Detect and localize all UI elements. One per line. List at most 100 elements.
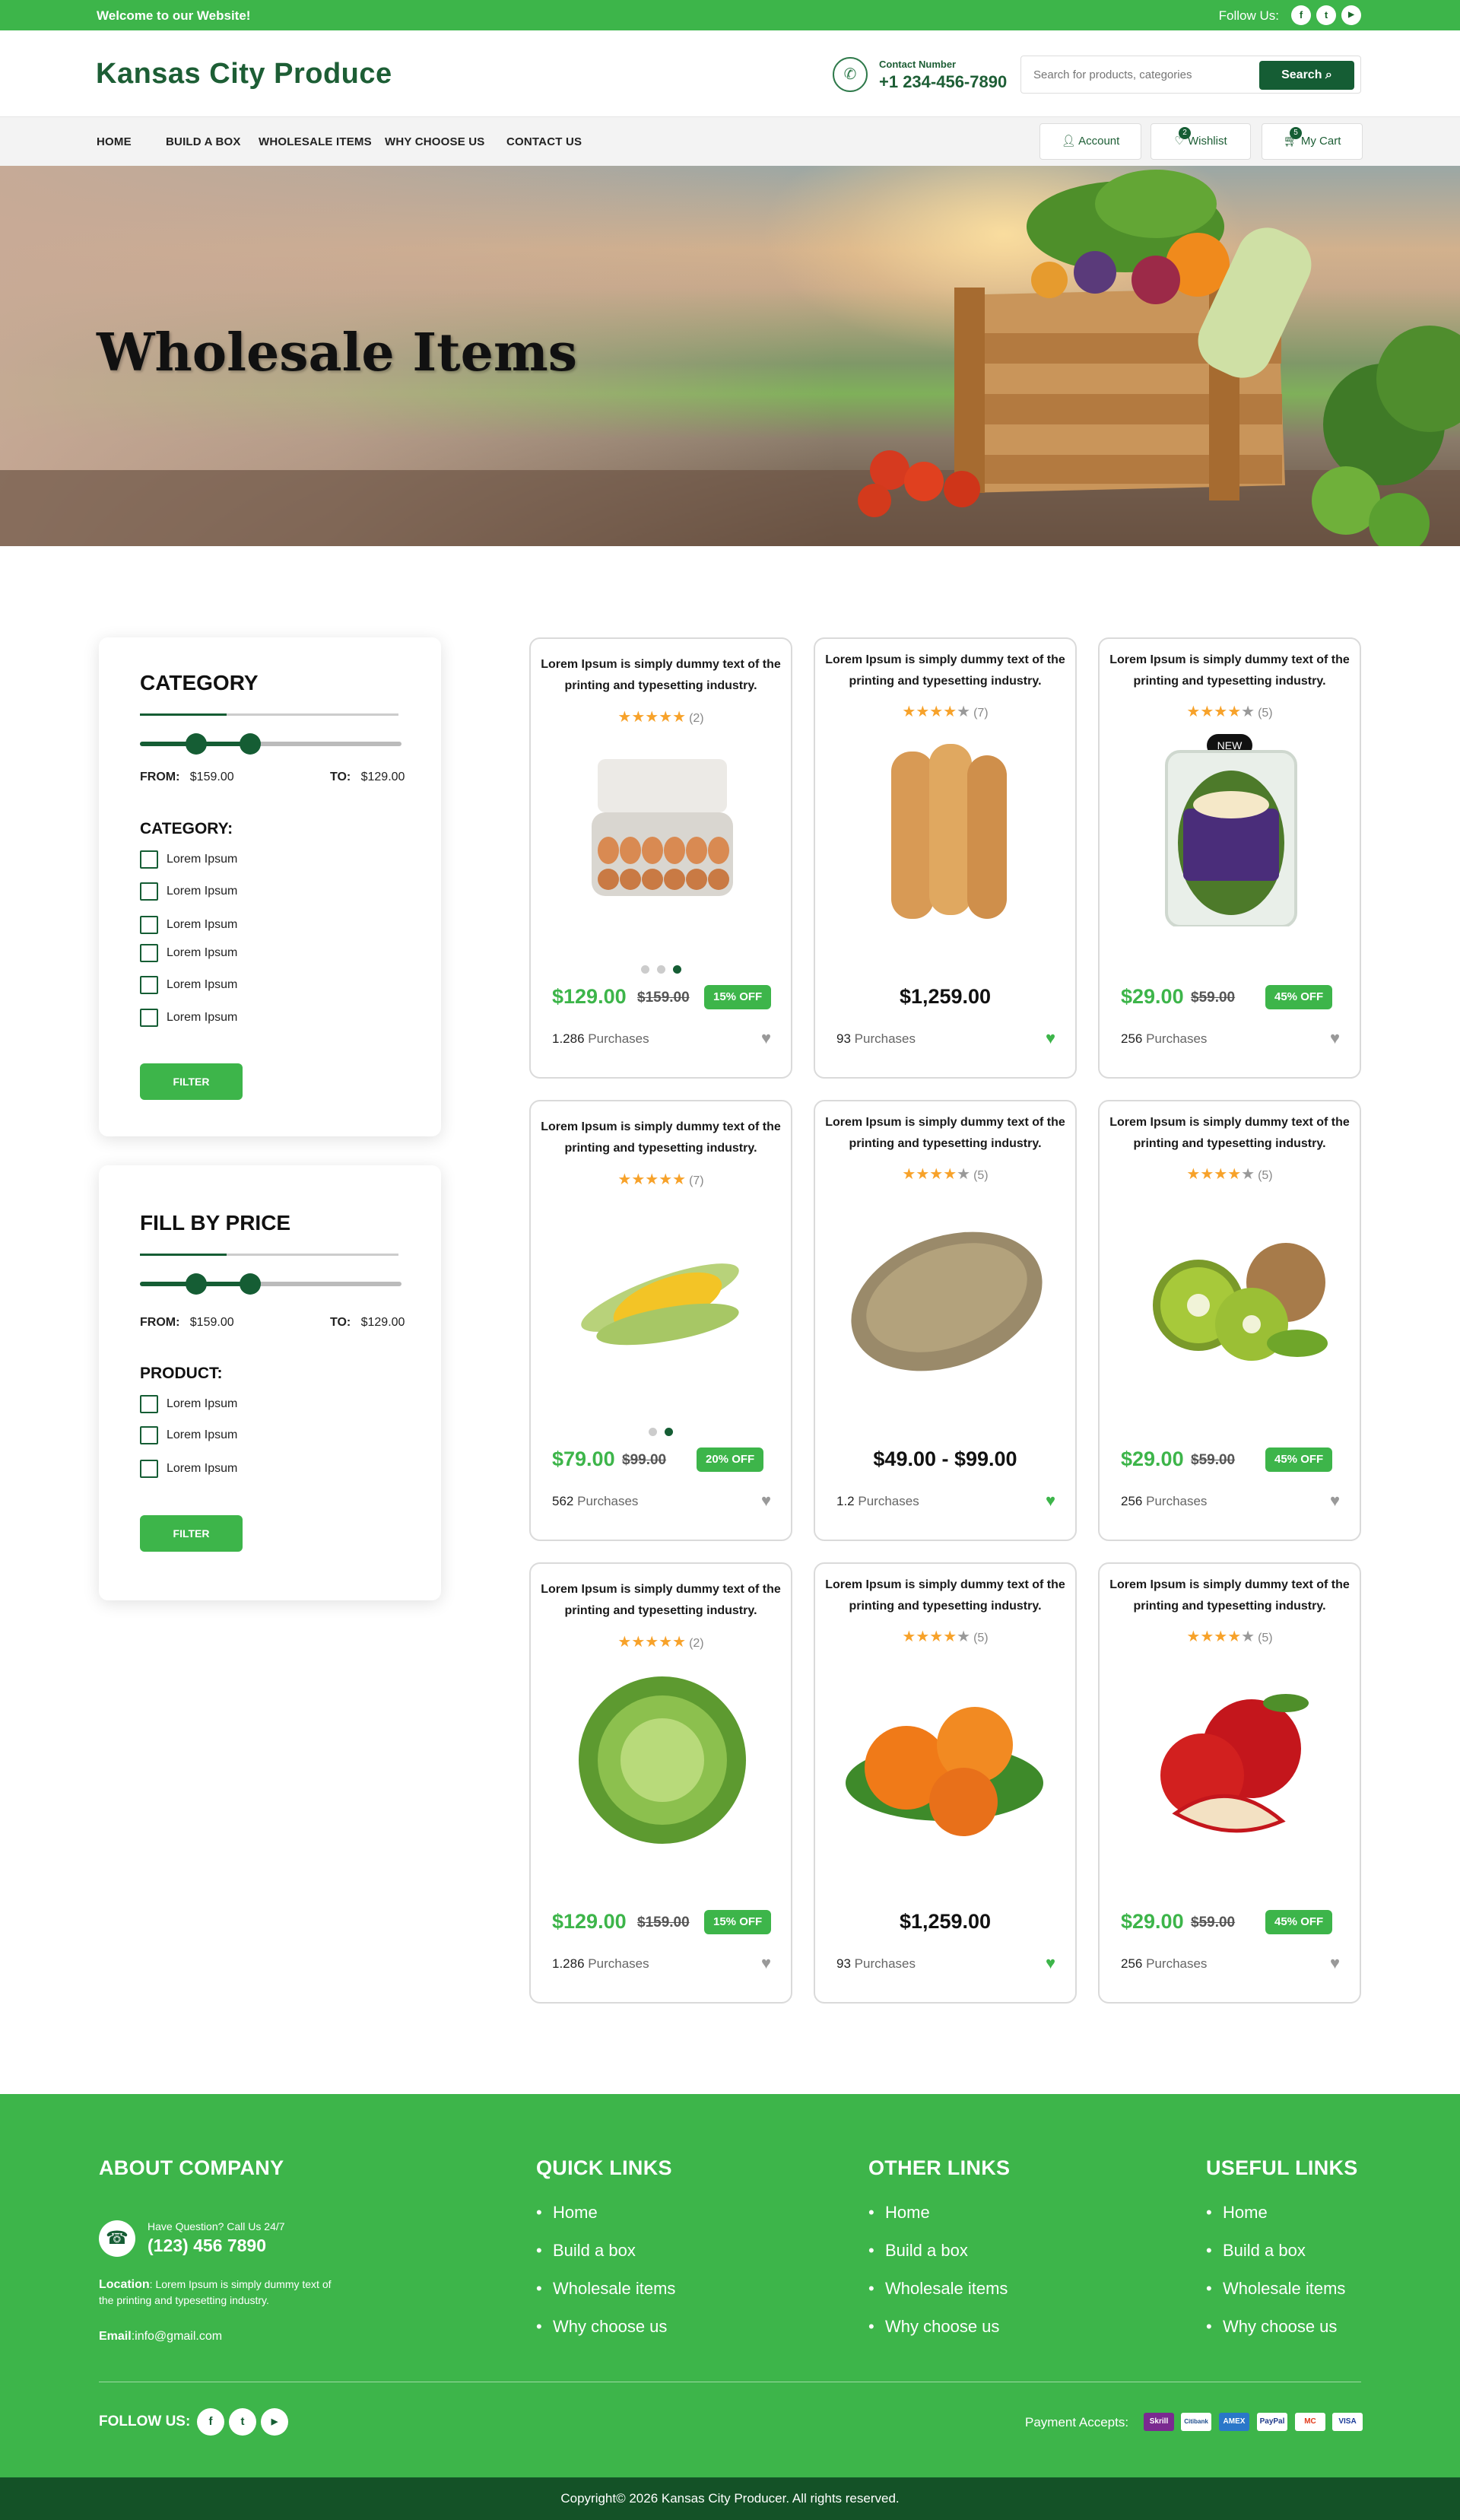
checkbox[interactable] — [140, 850, 158, 869]
youtube-icon[interactable]: ▶ — [261, 2408, 288, 2436]
spring-mix-image[interactable] — [1122, 736, 1340, 926]
checkbox[interactable] — [140, 1009, 158, 1027]
nav-build-a-box[interactable]: BUILD A BOX — [166, 135, 241, 148]
nav-wholesale-items[interactable]: WHOLESALE ITEMS — [259, 135, 372, 148]
category-option[interactable]: Lorem Ipsum — [140, 916, 237, 934]
bread-loaf-image[interactable] — [838, 1199, 1055, 1389]
range-max-handle[interactable] — [240, 1273, 261, 1295]
twitter-icon[interactable]: t — [229, 2408, 256, 2436]
category-option[interactable]: Lorem Ipsum — [140, 1009, 237, 1027]
nav-why-choose-us[interactable]: WHY CHOOSE US — [385, 135, 485, 148]
carousel-dot[interactable] — [640, 965, 649, 974]
cart-button[interactable]: 5 🛒︎ My Cart — [1262, 123, 1363, 160]
heart-icon[interactable]: ♥ — [1046, 1953, 1055, 1973]
product-title[interactable]: Lorem Ipsum is simply dummy text of the … — [824, 1575, 1066, 1617]
checkbox[interactable] — [140, 1395, 158, 1413]
footer-link[interactable]: Home — [1206, 2194, 1345, 2232]
apple-image[interactable] — [1122, 1661, 1340, 1851]
checkbox[interactable] — [140, 916, 158, 934]
account-button[interactable]: 👤︎ Account — [1039, 123, 1141, 160]
product-card[interactable]: Lorem Ipsum is simply dummy text of the … — [529, 1562, 792, 2004]
footer-link[interactable]: Wholesale items — [536, 2270, 675, 2308]
product-option[interactable]: Lorem Ipsum — [140, 1395, 237, 1413]
footer-link[interactable]: Wholesale items — [868, 2270, 1008, 2308]
product-card[interactable]: Lorem Ipsum is simply dummy text of the … — [529, 637, 792, 1079]
product-card[interactable]: Lorem Ipsum is simply dummy text of the … — [1098, 637, 1361, 1079]
product-title[interactable]: Lorem Ipsum is simply dummy text of the … — [1109, 1112, 1350, 1155]
footer-link[interactable]: Home — [536, 2194, 675, 2232]
heart-icon[interactable]: ♥ — [761, 1491, 771, 1511]
range-min-handle[interactable] — [186, 1273, 207, 1295]
carousel-dot[interactable] — [665, 1428, 673, 1436]
heart-icon[interactable]: ♥ — [761, 1953, 771, 1973]
nav-home[interactable]: HOME — [97, 135, 132, 148]
heart-icon[interactable]: ♥ — [1330, 1491, 1340, 1511]
bread-twists-image[interactable] — [838, 736, 1055, 926]
product-title[interactable]: Lorem Ipsum is simply dummy text of the … — [1109, 1575, 1350, 1617]
persimmon-image[interactable] — [838, 1661, 1055, 1851]
carousel-dot[interactable] — [649, 1428, 657, 1436]
range-min-handle[interactable] — [186, 733, 207, 755]
product-card[interactable]: Lorem Ipsum is simply dummy text of the … — [814, 1100, 1077, 1541]
checkbox[interactable] — [140, 944, 158, 962]
category-option[interactable]: Lorem Ipsum — [140, 850, 237, 869]
carousel-dot[interactable] — [672, 965, 681, 974]
footer-link[interactable]: Why choose us — [536, 2308, 675, 2346]
heart-icon[interactable]: ♥ — [761, 1028, 771, 1048]
category-option[interactable]: Lorem Ipsum — [140, 882, 237, 901]
youtube-icon[interactable]: ▶ — [1341, 5, 1361, 25]
price-range-slider[interactable] — [140, 733, 402, 755]
product-card[interactable]: Lorem Ipsum is simply dummy text of the … — [814, 1562, 1077, 2004]
product-option[interactable]: Lorem Ipsum — [140, 1460, 237, 1478]
price-filter-button[interactable]: FILTER — [140, 1515, 243, 1552]
product-title[interactable]: Lorem Ipsum is simply dummy text of the … — [1109, 650, 1350, 692]
category-option[interactable]: Lorem Ipsum — [140, 944, 237, 962]
heart-icon[interactable]: ♥ — [1330, 1028, 1340, 1048]
heart-icon[interactable]: ♥ — [1046, 1028, 1055, 1048]
footer-link[interactable]: Home — [868, 2194, 1008, 2232]
heart-icon[interactable]: ♥ — [1330, 1953, 1340, 1973]
product-card[interactable]: Lorem Ipsum is simply dummy text of the … — [1098, 1562, 1361, 2004]
product-title[interactable]: Lorem Ipsum is simply dummy text of the … — [824, 1112, 1066, 1155]
wishlist-button[interactable]: 2 ♡ Wishlist — [1151, 123, 1251, 160]
product-title[interactable]: Lorem Ipsum is simply dummy text of the … — [540, 1579, 782, 1622]
checkbox[interactable] — [140, 882, 158, 901]
egg-carton-image[interactable] — [554, 736, 771, 926]
corn-image[interactable] — [554, 1199, 771, 1389]
carousel-dot[interactable] — [656, 965, 665, 974]
footer-link[interactable]: Why choose us — [1206, 2308, 1345, 2346]
category-filter-button[interactable]: FILTER — [140, 1063, 243, 1100]
product-title[interactable]: Lorem Ipsum is simply dummy text of the … — [540, 654, 782, 697]
search-button[interactable]: Search ⌕ — [1259, 61, 1354, 90]
kiwi-image[interactable] — [1122, 1199, 1340, 1389]
product-option[interactable]: Lorem Ipsum — [140, 1426, 237, 1444]
product-card[interactable]: Lorem Ipsum is simply dummy text of the … — [814, 637, 1077, 1079]
site-logo[interactable]: Kansas City Produce — [96, 58, 392, 91]
discount-badge: 45% OFF — [1265, 985, 1333, 1009]
checkbox[interactable] — [140, 1460, 158, 1478]
nav-contact-us[interactable]: CONTACT US — [506, 135, 582, 148]
footer-link[interactable]: Why choose us — [868, 2308, 1008, 2346]
product-title[interactable]: Lorem Ipsum is simply dummy text of the … — [540, 1117, 782, 1159]
range-max-handle[interactable] — [240, 733, 261, 755]
footer-link[interactable]: Build a box — [536, 2232, 675, 2270]
search-input[interactable] — [1021, 56, 1265, 93]
facebook-icon[interactable]: f — [197, 2408, 224, 2436]
checkbox[interactable] — [140, 1426, 158, 1444]
product-card[interactable]: Lorem Ipsum is simply dummy text of the … — [529, 1100, 792, 1541]
footer-email[interactable]: Email:info@gmail.com — [99, 2330, 222, 2344]
category-option[interactable]: Lorem Ipsum — [140, 976, 237, 994]
product-title[interactable]: Lorem Ipsum is simply dummy text of the … — [824, 650, 1066, 692]
footer-phone[interactable]: (123) 456 7890 — [148, 2236, 266, 2256]
product-card[interactable]: Lorem Ipsum is simply dummy text of the … — [1098, 1100, 1361, 1541]
cabbage-image[interactable] — [554, 1661, 771, 1851]
price-range-slider[interactable] — [140, 1273, 402, 1295]
facebook-icon[interactable]: f — [1291, 5, 1311, 25]
contact-number[interactable]: +1 234-456-7890 — [879, 72, 1007, 92]
footer-link[interactable]: Build a box — [1206, 2232, 1345, 2270]
twitter-icon[interactable]: t — [1316, 5, 1336, 25]
heart-icon[interactable]: ♥ — [1046, 1491, 1055, 1511]
footer-link[interactable]: Wholesale items — [1206, 2270, 1345, 2308]
checkbox[interactable] — [140, 976, 158, 994]
footer-link[interactable]: Build a box — [868, 2232, 1008, 2270]
